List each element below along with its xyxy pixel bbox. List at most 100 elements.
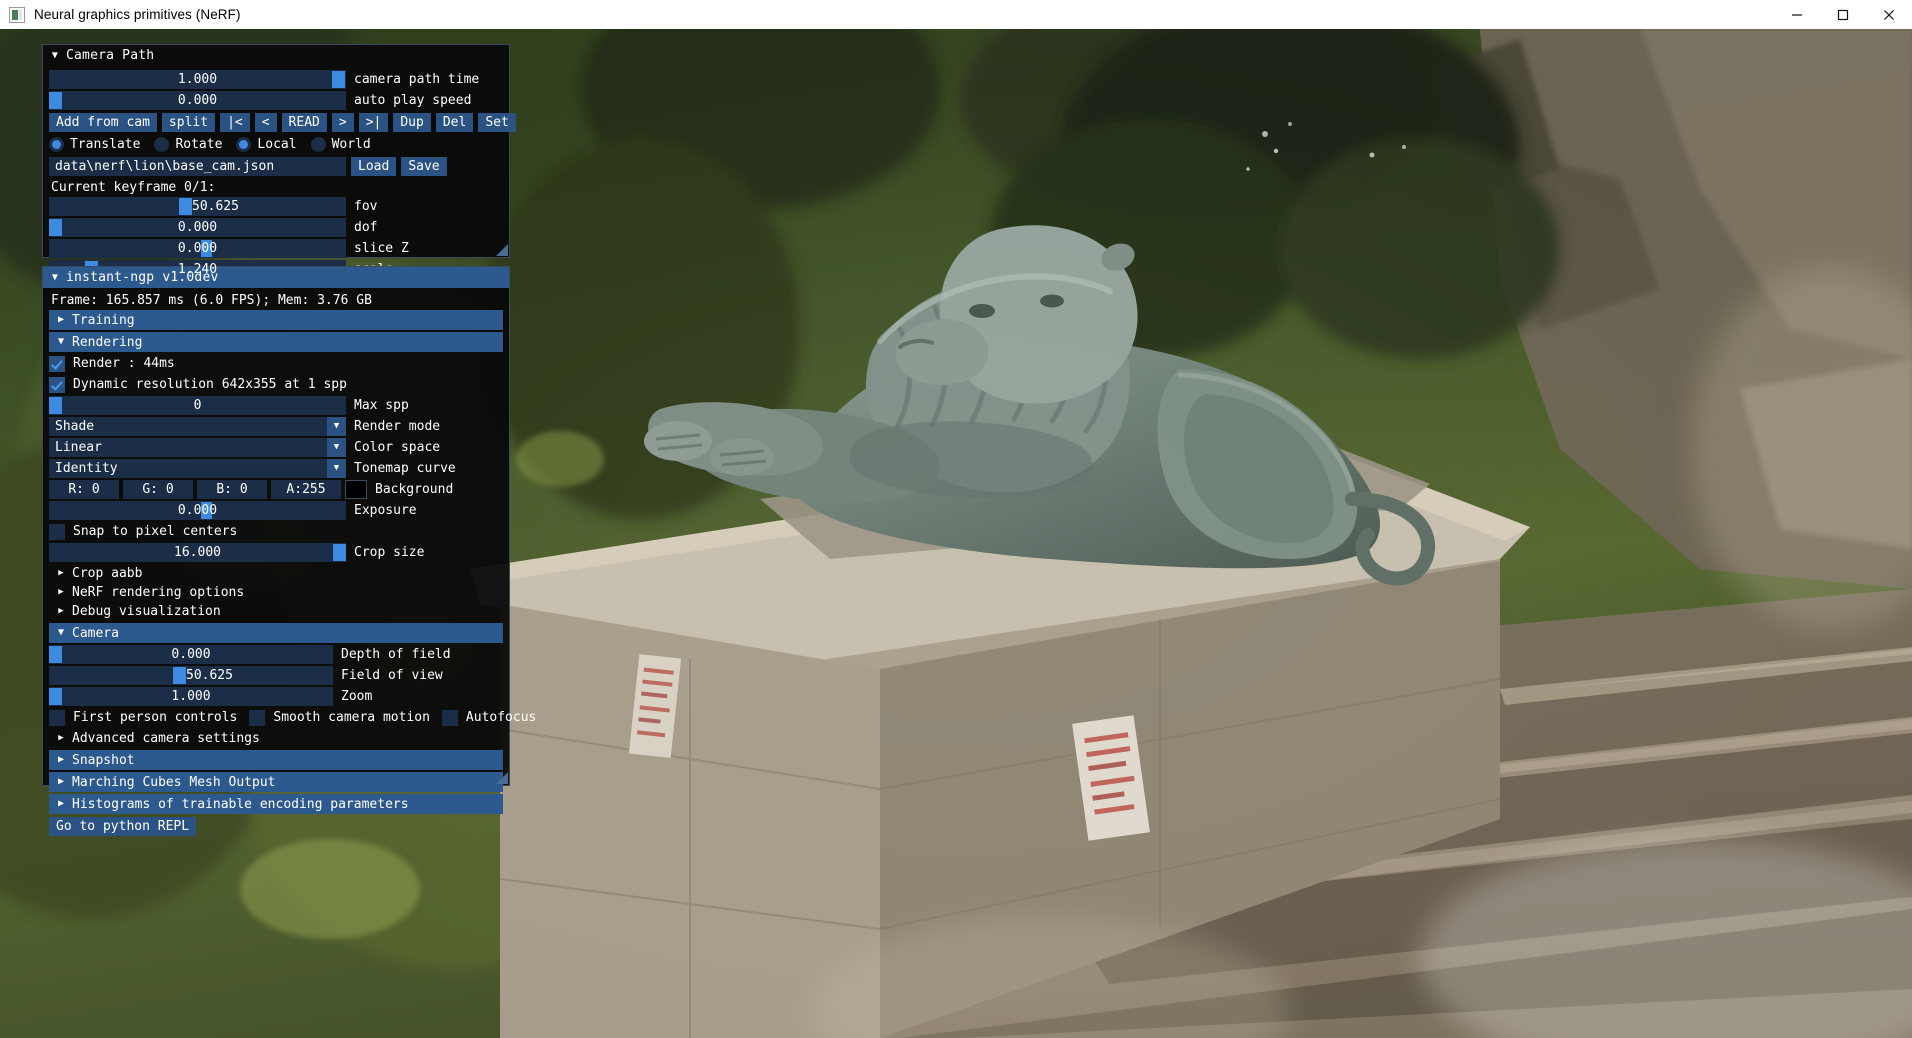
radio-local[interactable]: Local — [236, 136, 297, 152]
set-button[interactable]: Set — [478, 112, 516, 132]
checkbox-icon — [49, 376, 65, 393]
depth-of-field-value: 0.000 — [171, 647, 211, 662]
field-of-view-slider[interactable]: 50.625 — [49, 666, 333, 685]
radio-dot-icon — [154, 136, 170, 152]
autofocus-label: Autofocus — [465, 710, 537, 725]
load-button[interactable]: Load — [351, 156, 397, 176]
auto-play-speed-slider[interactable]: 0.000 — [49, 91, 346, 110]
crop-aabb-node[interactable]: ▶ Crop aabb — [49, 564, 503, 583]
autofocus-checkbox[interactable]: Autofocus — [441, 709, 537, 726]
debug-visualization-node[interactable]: ▶ Debug visualization — [49, 602, 503, 621]
depth-of-field-slider[interactable]: 0.000 — [49, 645, 333, 664]
color-space-label: Color space — [354, 440, 441, 455]
checkbox-icon — [49, 523, 65, 540]
split-button[interactable]: split — [161, 112, 216, 132]
background-a-field[interactable]: A:255 — [271, 480, 341, 499]
radio-rotate[interactable]: Rotate — [154, 136, 222, 152]
camera-header[interactable]: ▼ Camera — [49, 623, 503, 643]
panel-resize-grip[interactable] — [496, 772, 508, 784]
frame-stats-text: Frame: 165.857 ms (6.0 FPS); Mem: 3.76 G… — [51, 293, 372, 308]
smooth-camera-motion-label: Smooth camera motion — [273, 710, 430, 725]
current-keyframe-text: Current keyframe 0/1: — [51, 180, 216, 195]
read-button[interactable]: READ — [281, 112, 327, 132]
close-button[interactable] — [1866, 0, 1912, 29]
depth-of-field-label: Depth of field — [341, 647, 451, 662]
background-r-field[interactable]: R: 0 — [49, 480, 119, 499]
last-keyframe-button[interactable]: >| — [358, 112, 389, 132]
save-button[interactable]: Save — [401, 156, 447, 176]
keyframe-dof-row: 0.000 dof — [49, 218, 503, 237]
next-keyframe-button[interactable]: > — [331, 112, 354, 132]
background-g-field[interactable]: G: 0 — [123, 480, 193, 499]
render-checkbox[interactable]: Render : 44ms — [49, 355, 175, 372]
keyframe-dof-slider[interactable]: 0.000 — [49, 218, 346, 237]
snap-pixel-centers-label: Snap to pixel centers — [73, 524, 238, 539]
background-color-swatch[interactable] — [345, 480, 367, 499]
max-spp-row: 0 Max spp — [49, 396, 503, 415]
instant-ngp-panel[interactable]: ▼ instant-ngp v1.0dev Frame: 165.857 ms … — [42, 266, 536, 836]
dynamic-resolution-row: Dynamic resolution 642x355 at 1 spp — [49, 375, 503, 394]
go-to-python-repl-button[interactable]: Go to python REPL — [49, 816, 197, 836]
marching-cubes-header[interactable]: ▶ Marching Cubes Mesh Output — [49, 772, 503, 792]
keyframe-fov-value: 50.625 — [192, 199, 239, 214]
background-b-field[interactable]: B: 0 — [197, 480, 267, 499]
auto-play-speed-label: auto play speed — [354, 93, 472, 108]
keyframe-slicez-slider[interactable]: 0.000 — [49, 239, 346, 258]
background-label: Background — [375, 482, 454, 497]
chevron-down-icon[interactable]: ▼ — [327, 417, 346, 436]
first-keyframe-button[interactable]: |< — [220, 112, 250, 132]
chevron-down-icon[interactable]: ▼ — [327, 459, 346, 478]
keyframe-scale-slider[interactable]: 1.240 — [49, 260, 346, 279]
keyframe-button-row: Add from cam split |< < READ > >| Dup De… — [49, 112, 516, 132]
advanced-camera-settings-node[interactable]: ▶ Advanced camera settings — [49, 729, 503, 748]
del-button[interactable]: Del — [435, 112, 474, 132]
radio-world[interactable]: World — [310, 136, 371, 152]
camera-path-time-label: camera path time — [354, 72, 480, 87]
dup-button[interactable]: Dup — [393, 112, 431, 132]
snap-pixel-centers-checkbox[interactable]: Snap to pixel centers — [49, 523, 238, 540]
repl-row: Go to python REPL — [49, 816, 503, 836]
tonemap-curve-label: Tonemap curve — [354, 461, 456, 476]
zoom-slider[interactable]: 1.000 — [49, 687, 333, 706]
camera-path-file-input[interactable]: data\nerf\lion\base_cam.json — [49, 156, 346, 176]
prev-keyframe-button[interactable]: < — [254, 112, 277, 132]
color-space-combo[interactable]: Linear ▼ — [49, 438, 346, 457]
camera-path-panel-label: Camera Path — [66, 48, 155, 63]
camera-path-time-slider[interactable]: 1.000 — [49, 70, 346, 89]
chevron-right-icon: ▶ — [58, 568, 64, 578]
nerf-rendering-options-node[interactable]: ▶ NeRF rendering options — [49, 583, 503, 602]
add-from-cam-button[interactable]: Add from cam — [49, 112, 157, 132]
dynamic-resolution-checkbox[interactable]: Dynamic resolution 642x355 at 1 spp — [49, 376, 347, 393]
keyframe-fov-slider[interactable]: 50.625 — [49, 197, 346, 216]
radio-translate[interactable]: Translate — [49, 136, 140, 152]
training-header[interactable]: ▶ Training — [49, 310, 503, 330]
tonemap-curve-combo[interactable]: Identity ▼ — [49, 459, 346, 478]
dynamic-resolution-label: Dynamic resolution 642x355 at 1 spp — [73, 377, 347, 392]
color-space-value: Linear — [55, 440, 102, 455]
chevron-right-icon: ▶ — [57, 754, 65, 765]
smooth-camera-motion-checkbox[interactable]: Smooth camera motion — [249, 709, 430, 726]
camera-path-panel-title[interactable]: ▼ Camera Path — [43, 45, 509, 66]
window-title: Neural graphics primitives (NeRF) — [34, 7, 241, 22]
debug-visualization-label: Debug visualization — [72, 604, 221, 619]
snapshot-header[interactable]: ▶ Snapshot — [49, 750, 503, 770]
histograms-header[interactable]: ▶ Histograms of trainable encoding param… — [49, 794, 503, 814]
camera-path-panel[interactable]: ▼ Camera Path 1.000 camera path time 0.0… — [42, 44, 516, 279]
exposure-slider[interactable]: 0.000 — [49, 501, 346, 520]
max-spp-slider[interactable]: 0 — [49, 396, 346, 415]
panel-resize-grip[interactable] — [496, 244, 508, 256]
chevron-down-icon[interactable]: ▼ — [49, 50, 61, 61]
first-person-controls-checkbox[interactable]: First person controls — [49, 709, 237, 726]
rendering-header-label: Rendering — [72, 334, 143, 350]
crop-size-slider[interactable]: 16.000 — [49, 543, 346, 562]
render-mode-combo[interactable]: Shade ▼ — [49, 417, 346, 436]
exposure-row: 0.000 Exposure — [49, 501, 503, 520]
maximize-button[interactable] — [1820, 0, 1866, 29]
chevron-down-icon[interactable]: ▼ — [327, 438, 346, 457]
radio-dot-icon — [49, 136, 64, 152]
minimize-button[interactable] — [1774, 0, 1820, 29]
rendering-header[interactable]: ▼ Rendering — [49, 332, 503, 352]
radio-dot-icon — [310, 136, 326, 152]
app-icon — [9, 6, 25, 23]
render-checkbox-label: Render : 44ms — [73, 356, 175, 371]
